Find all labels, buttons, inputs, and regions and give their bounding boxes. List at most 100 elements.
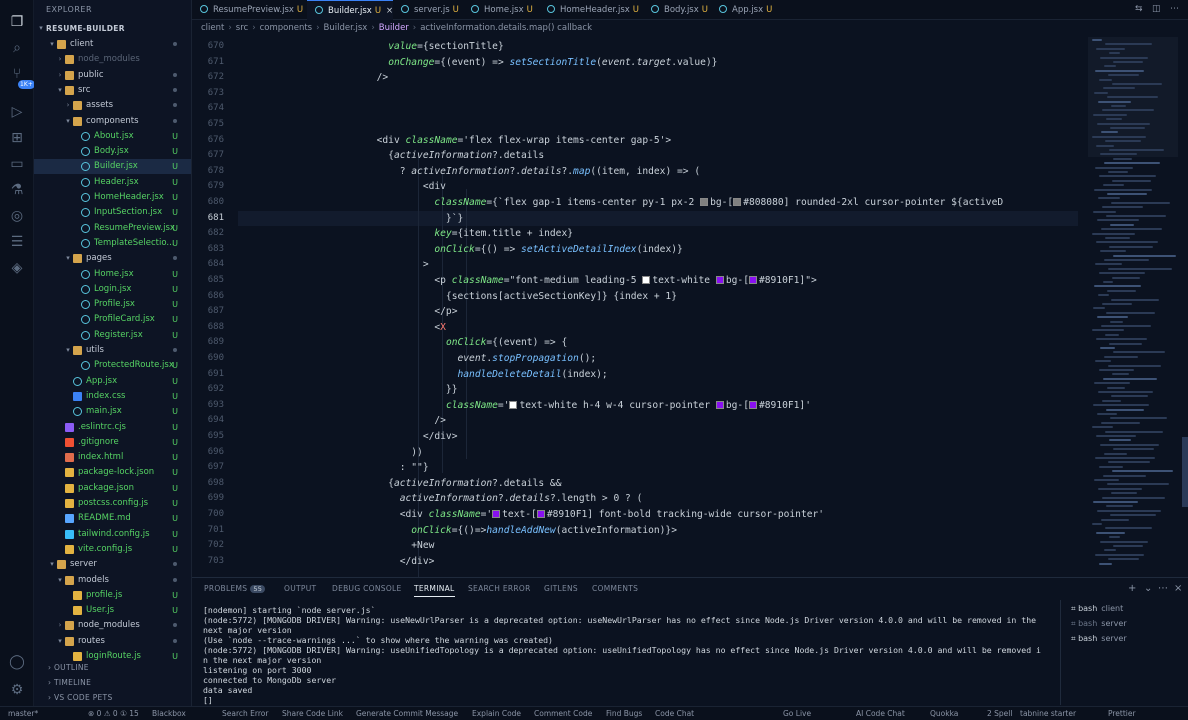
more-actions-icon[interactable]: ⋯	[1158, 583, 1168, 594]
tree-item[interactable]: Login.jsx U	[34, 282, 191, 297]
workspace-root[interactable]: ▾ RESUME-BUILDER	[34, 21, 191, 36]
tree-item[interactable]: tailwind.config.js U	[34, 527, 191, 542]
tree-item[interactable]: ProfileCard.jsx U	[34, 312, 191, 327]
tree-item[interactable]: App.jsx U	[34, 374, 191, 389]
split-editor-icon[interactable]: ◫	[1152, 4, 1161, 14]
sidebar-section-timeline[interactable]: › TIMELINE	[34, 675, 191, 690]
vertical-scrollbar[interactable]	[1182, 437, 1188, 507]
tree-item[interactable]: Header.jsx U	[34, 175, 191, 190]
sidebar-section-outline[interactable]: › OUTLINE	[34, 660, 191, 675]
tree-item[interactable]: .eslintrc.cjs U	[34, 420, 191, 435]
breadcrumb-item[interactable]: Builder	[379, 23, 409, 33]
terminal-instance[interactable]: ⌗ bash server	[1071, 634, 1127, 644]
status-item[interactable]: Search Error	[222, 707, 268, 720]
tab-home-jsx[interactable]: Home.jsx U	[463, 0, 539, 20]
terminal-instance[interactable]: ⌗ bash server	[1071, 619, 1127, 629]
tree-item[interactable]: package-lock.json U	[34, 465, 191, 480]
tab-body-jsx[interactable]: Body.jsx U	[643, 0, 711, 20]
tree-item[interactable]: ▾ pages	[34, 251, 191, 266]
close-panel-icon[interactable]: ×	[1174, 583, 1182, 594]
tree-item[interactable]: ▾ models	[34, 573, 191, 588]
sidebar-section-vs-code-pets[interactable]: › VS CODE PETS	[34, 690, 191, 705]
remote-explorer-icon[interactable]: ▭	[7, 154, 27, 174]
panel-tab-gitlens[interactable]: GITLENS	[544, 584, 578, 593]
panel-tab-output[interactable]: OUTPUT	[284, 584, 316, 593]
tree-item[interactable]: Home.jsx U	[34, 267, 191, 282]
tree-item[interactable]: ▾ client	[34, 37, 191, 52]
tree-item[interactable]: InputSection.jsx U	[34, 205, 191, 220]
status-item[interactable]: Generate Commit Message	[356, 707, 458, 720]
terminal-instance[interactable]: ⌗ bash client	[1071, 604, 1123, 614]
terminal-output[interactable]: [nodemon] starting `node server.js` (node…	[203, 605, 1048, 705]
color-swatch[interactable]	[509, 400, 518, 409]
tree-item[interactable]: index.html U	[34, 450, 191, 465]
tree-item[interactable]: About.jsx U	[34, 129, 191, 144]
docker-icon[interactable]: ◈	[7, 258, 27, 278]
panel-tab-search-error[interactable]: SEARCH ERROR	[468, 584, 531, 593]
breadcrumb-item[interactable]: src	[236, 23, 248, 33]
tree-item[interactable]: Profile.jsx U	[34, 297, 191, 312]
panel-tab-problems[interactable]: PROBLEMS 55	[204, 584, 266, 593]
tree-item[interactable]: main.jsx U	[34, 404, 191, 419]
tree-item[interactable]: › node_modules	[34, 618, 191, 633]
breadcrumb-item[interactable]: Builder.jsx	[324, 23, 368, 33]
tree-item[interactable]: profile.js U	[34, 588, 191, 603]
breadcrumb-item[interactable]: activeInformation.details.map() callback	[420, 23, 592, 33]
testing-icon[interactable]: ⚗	[7, 180, 27, 200]
color-swatch[interactable]	[733, 198, 742, 206]
compare-icon[interactable]: ⇆	[1135, 4, 1143, 14]
search-icon[interactable]: ⌕	[7, 38, 27, 58]
panel-tab-terminal[interactable]: TERMINAL	[414, 584, 455, 597]
color-swatch[interactable]	[748, 400, 757, 409]
tab-resumepreview-jsx[interactable]: ResumePreview.jsx U	[192, 0, 307, 20]
tree-item[interactable]: .gitignore U	[34, 435, 191, 450]
tree-item[interactable]: Register.jsx U	[34, 328, 191, 343]
color-swatch[interactable]	[536, 510, 545, 518]
color-swatch[interactable]	[715, 276, 724, 284]
status-item[interactable]: tabnine starter	[1020, 707, 1076, 720]
tree-item[interactable]: ProtectedRoute.jsx U	[34, 358, 191, 373]
color-swatch[interactable]	[715, 400, 724, 409]
database-icon[interactable]: ☰	[7, 232, 27, 252]
tree-item[interactable]: vite.config.js U	[34, 542, 191, 557]
tree-item[interactable]: ▾ src	[34, 83, 191, 98]
tree-item[interactable]: index.css U	[34, 389, 191, 404]
gear-icon[interactable]: ⚙	[7, 680, 27, 700]
status-item[interactable]: Blackbox	[152, 707, 186, 720]
tree-item[interactable]: ▾ utils	[34, 343, 191, 358]
tree-item[interactable]: postcss.config.js U	[34, 496, 191, 511]
tree-item[interactable]: User.js U	[34, 603, 191, 618]
status-item[interactable]: Prettier	[1108, 707, 1136, 720]
tree-item[interactable]: HomeHeader.jsx U	[34, 190, 191, 205]
tree-item[interactable]: ▾ server	[34, 557, 191, 572]
status-item[interactable]: Explain Code	[472, 707, 521, 720]
account-icon[interactable]: ◯	[7, 652, 27, 672]
status-item[interactable]: AI Code Chat	[856, 707, 905, 720]
extensions-icon[interactable]: ⊞	[7, 128, 27, 148]
code-editor[interactable]: 670 671 672 673 674 675 676 677 678 679 680 681 682 6…	[192, 37, 1188, 577]
more-actions-icon[interactable]: ⋯	[1170, 4, 1179, 14]
tree-item[interactable]: › public	[34, 68, 191, 83]
color-swatch[interactable]	[642, 276, 651, 284]
color-swatch[interactable]	[492, 510, 501, 518]
tab-app-jsx[interactable]: App.jsx U	[711, 0, 779, 20]
tab-homeheader-jsx[interactable]: HomeHeader.jsx U	[539, 0, 643, 20]
status-item[interactable]: 2 Spell	[987, 707, 1012, 720]
status-item[interactable]: Find Bugs	[606, 707, 642, 720]
tab-builder-jsx[interactable]: Builder.jsx U ×	[307, 0, 393, 20]
tree-item[interactable]: README.md U	[34, 511, 191, 526]
explorer-icon[interactable]: ❐	[7, 12, 27, 32]
status-item[interactable]: Share Code Link	[282, 707, 343, 720]
color-swatch[interactable]	[748, 276, 757, 284]
status-item[interactable]: Code Chat	[655, 707, 694, 720]
tree-item[interactable]: ▾ components	[34, 114, 191, 129]
add-terminal-icon[interactable]: +	[1128, 583, 1136, 594]
panel-tab-debug-console[interactable]: DEBUG CONSOLE	[332, 584, 402, 593]
status-item[interactable]: master*	[8, 707, 38, 720]
status-item[interactable]: Quokka	[930, 707, 958, 720]
tree-item[interactable]: › node_modules	[34, 52, 191, 67]
tree-item[interactable]: Body.jsx U	[34, 144, 191, 159]
gitlens-icon[interactable]: ◎	[7, 206, 27, 226]
tree-item[interactable]: ▾ routes	[34, 634, 191, 649]
tree-item[interactable]: ResumePreview.jsx U	[34, 221, 191, 236]
